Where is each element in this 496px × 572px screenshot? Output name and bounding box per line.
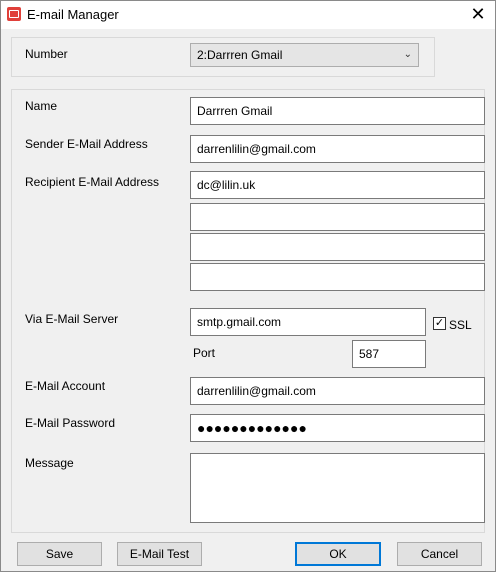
mail-icon (7, 7, 21, 21)
number-label: Number (25, 47, 68, 61)
cancel-button[interactable]: Cancel (397, 542, 482, 566)
recipient-email-field-1[interactable]: dc@lilin.uk (190, 171, 485, 199)
email-test-button[interactable]: E-Mail Test (117, 542, 202, 566)
checkmark-icon: ✓ (434, 317, 445, 329)
ok-button[interactable]: OK (295, 542, 381, 566)
password-label: E-Mail Password (25, 416, 116, 430)
recipient-email-field-4[interactable] (190, 263, 485, 291)
save-button[interactable]: Save (17, 542, 102, 566)
ssl-label[interactable]: SSL (449, 318, 472, 332)
window-title: E-mail Manager (27, 7, 119, 22)
recipient-label: Recipient E-Mail Address (25, 175, 160, 189)
name-label: Name (25, 99, 58, 113)
port-field[interactable]: 587 (352, 340, 426, 368)
email-manager-window: E-mail Manager ✕ Number 2:Darrren Gmail … (0, 0, 496, 572)
ssl-checkbox[interactable]: ✓ (433, 317, 446, 330)
name-field[interactable]: Darrren Gmail (190, 97, 485, 125)
close-icon[interactable]: ✕ (461, 3, 495, 27)
account-label: E-Mail Account (25, 379, 106, 393)
password-field[interactable]: ●●●●●●●●●●●●● (190, 414, 485, 442)
title-bar: E-mail Manager ✕ (1, 1, 495, 29)
port-label: Port (193, 346, 216, 360)
number-dropdown[interactable]: 2:Darrren Gmail ⌄ (190, 43, 419, 67)
number-selected-value: 2:Darrren Gmail (197, 48, 283, 62)
chevron-down-icon: ⌄ (403, 49, 412, 60)
server-field[interactable]: smtp.gmail.com (190, 308, 426, 336)
recipient-email-field-3[interactable] (190, 233, 485, 261)
message-label: Message (25, 456, 74, 470)
sender-email-field[interactable]: darrenlilin@gmail.com (190, 135, 485, 163)
recipient-email-field-2[interactable] (190, 203, 485, 231)
message-field[interactable] (190, 453, 485, 523)
account-field[interactable]: darrenlilin@gmail.com (190, 377, 485, 405)
sender-label: Sender E-Mail Address (25, 137, 148, 151)
server-label: Via E-Mail Server (25, 312, 119, 326)
